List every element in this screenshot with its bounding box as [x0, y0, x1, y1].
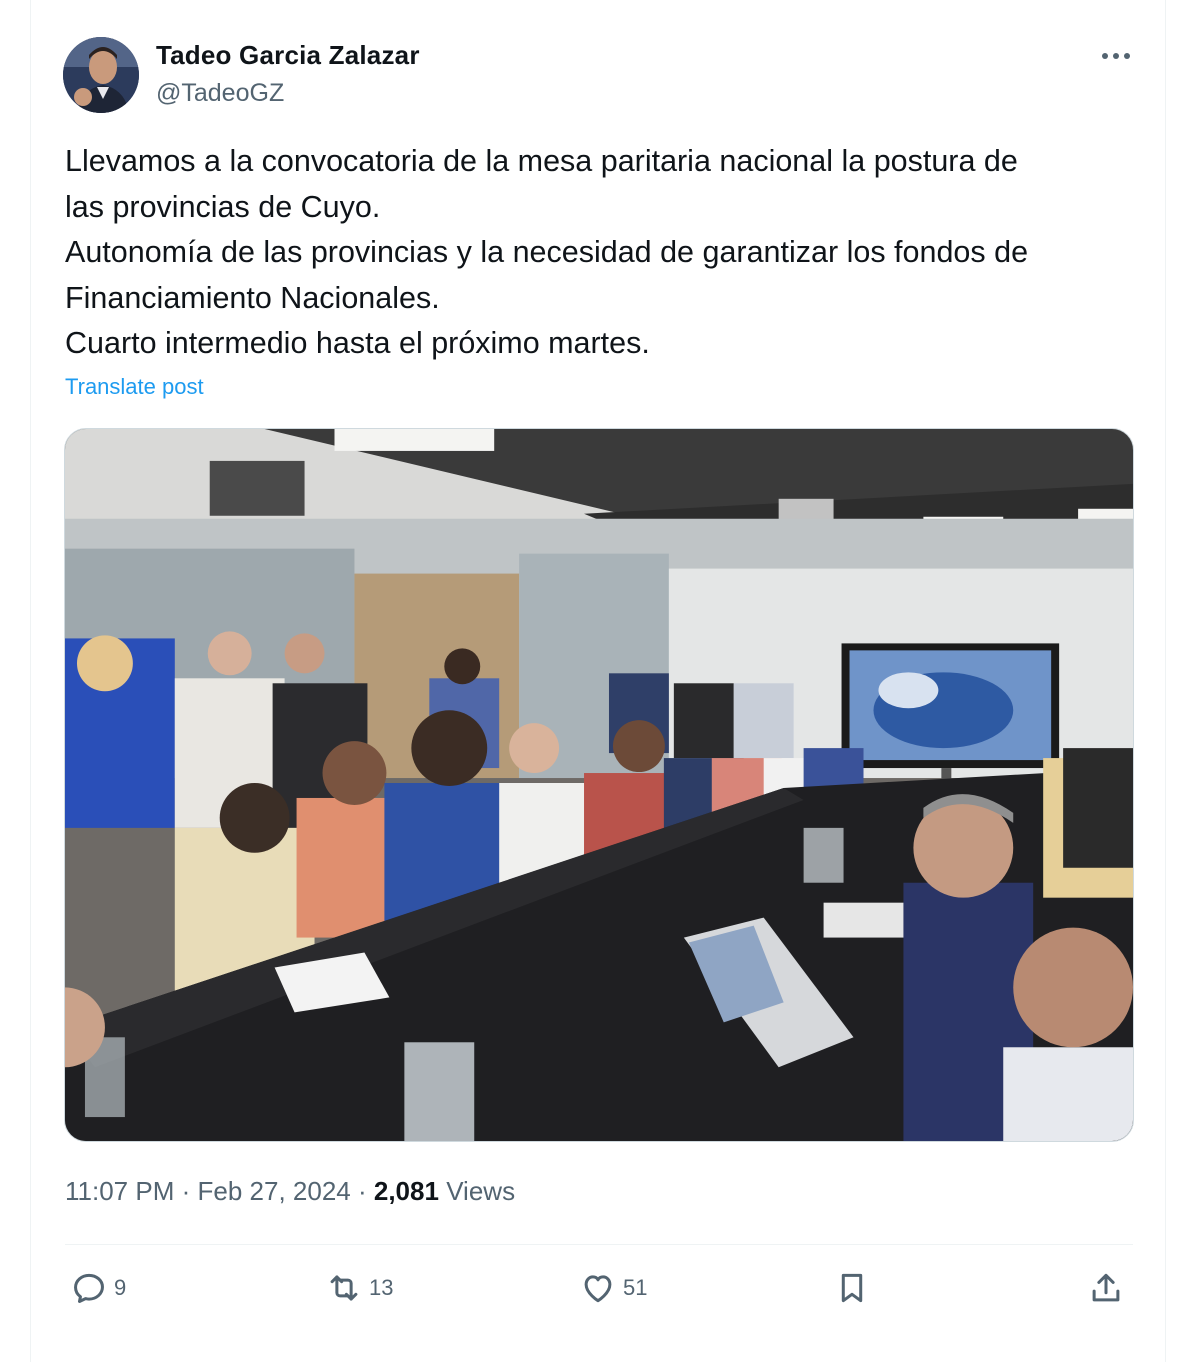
more-options-button[interactable] [1094, 40, 1138, 72]
post-text-line: Financiamiento Nacionales. [65, 280, 440, 315]
post-time[interactable]: 11:07 PM [65, 1176, 174, 1206]
heart-icon [584, 1275, 612, 1303]
meta-separator: · [181, 1176, 191, 1206]
repost-button[interactable]: 13 [325, 1266, 393, 1310]
post-text: Llevamos a la convocatoria de la mesa pa… [65, 139, 1125, 367]
repost-count: 13 [369, 1275, 394, 1300]
like-button[interactable]: 51 [579, 1266, 647, 1310]
bookmark-icon [841, 1273, 863, 1303]
action-bar-divider [65, 1244, 1133, 1245]
repost-icon [330, 1275, 358, 1301]
views-label: Views [446, 1176, 516, 1206]
post-photo[interactable] [64, 428, 1134, 1142]
avatar[interactable] [63, 37, 139, 113]
share-button[interactable] [1087, 1266, 1125, 1310]
post-text-line: las provincias de Cuyo. [65, 189, 381, 224]
meeting-room-photo [65, 429, 1133, 1141]
author-display-name[interactable]: Tadeo Garcia Zalazar [156, 40, 420, 71]
more-horizontal-icon [1102, 53, 1130, 59]
author-handle[interactable]: @TadeoGZ [156, 79, 284, 108]
reply-count: 9 [114, 1275, 127, 1300]
avatar-photo [63, 37, 139, 113]
post-text-line: Cuarto intermedio hasta el próximo marte… [65, 326, 650, 360]
views-count: 2,081 [373, 1176, 439, 1206]
meta-separator: · [357, 1176, 367, 1206]
post-meta: 11:07 PM · Feb 27, 2024 · 2,081 Views [65, 1176, 515, 1207]
like-count: 51 [623, 1275, 648, 1300]
reply-button[interactable]: 9 [70, 1266, 126, 1310]
reply-icon [74, 1273, 104, 1303]
post-text-line: Autonomía de las provincias y la necesid… [65, 235, 1029, 269]
share-icon [1092, 1273, 1120, 1302]
translate-post-link[interactable]: Translate post [65, 374, 204, 400]
bookmark-button[interactable] [833, 1266, 871, 1310]
post-text-line: Llevamos a la convocatoria de la mesa pa… [65, 144, 1018, 178]
post-date[interactable]: Feb 27, 2024 [198, 1176, 351, 1206]
